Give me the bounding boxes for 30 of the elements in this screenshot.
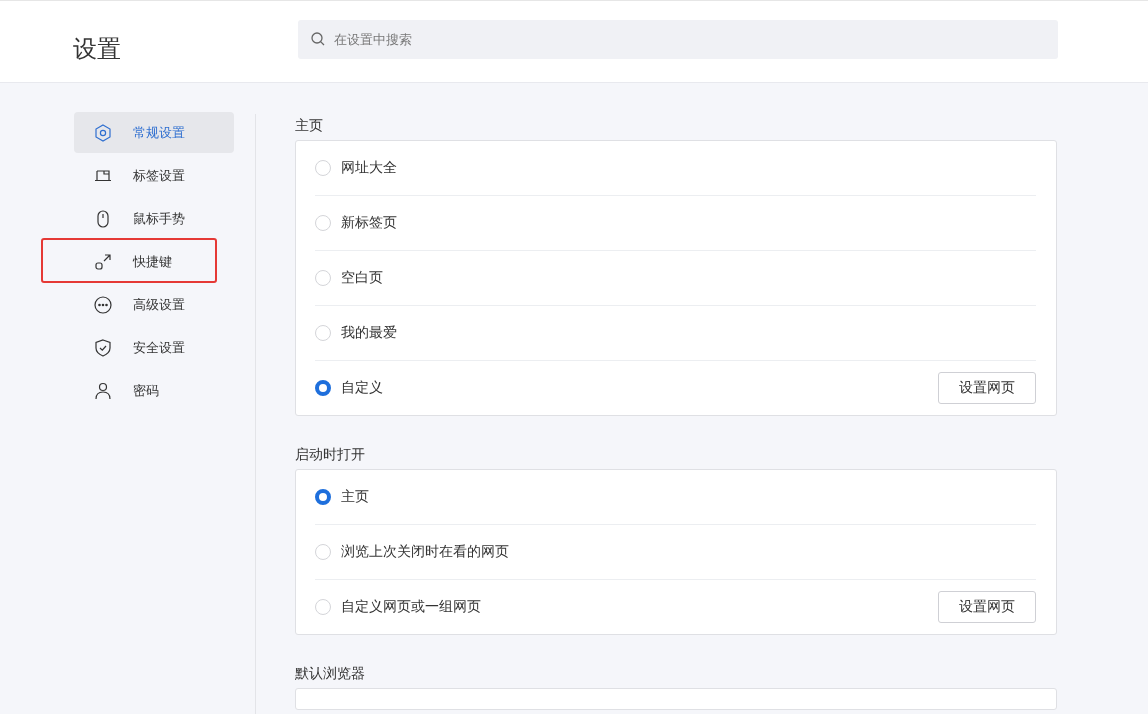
sidebar-item[interactable]: 快捷键 — [74, 241, 234, 282]
sidebar-item[interactable]: 常规设置 — [74, 112, 234, 153]
hexagon-icon — [93, 122, 113, 143]
sidebar-item[interactable]: 安全设置 — [74, 327, 234, 368]
radio-option[interactable]: 空白页 — [315, 269, 383, 287]
section-title: 主页 — [295, 117, 324, 135]
sidebar-item[interactable]: 标签设置 — [74, 155, 234, 196]
radio-option[interactable]: 网址大全 — [315, 159, 397, 177]
radio-option[interactable]: 自定义网页或一组网页 — [315, 598, 481, 616]
radio-option[interactable]: 新标签页 — [315, 214, 397, 232]
shield-icon — [93, 337, 113, 358]
set-page-button[interactable]: 设置网页 — [938, 372, 1036, 404]
more-icon — [93, 294, 113, 315]
search-field[interactable]: 在设置中搜索 — [298, 20, 1058, 59]
search-icon — [310, 31, 326, 47]
section-title: 启动时打开 — [295, 446, 366, 464]
sidebar-item[interactable]: 鼠标手势 — [74, 198, 234, 239]
radio-option[interactable]: 自定义 — [315, 379, 383, 397]
section-title: 默认浏览器 — [295, 665, 366, 683]
sidebar-item[interactable]: 高级设置 — [74, 284, 234, 325]
shortcut-icon — [93, 251, 113, 272]
set-page-button[interactable]: 设置网页 — [938, 591, 1036, 623]
radio-button[interactable] — [315, 489, 331, 505]
page-title: 设置 — [73, 33, 122, 65]
sidebar-item[interactable]: 密码 — [74, 370, 234, 411]
radio-option[interactable]: 主页 — [315, 488, 369, 506]
user-icon — [93, 380, 113, 401]
radio-option[interactable]: 我的最爱 — [315, 324, 397, 342]
radio-button[interactable] — [315, 380, 331, 396]
radio-option[interactable]: 浏览上次关闭时在看的网页 — [315, 543, 509, 561]
